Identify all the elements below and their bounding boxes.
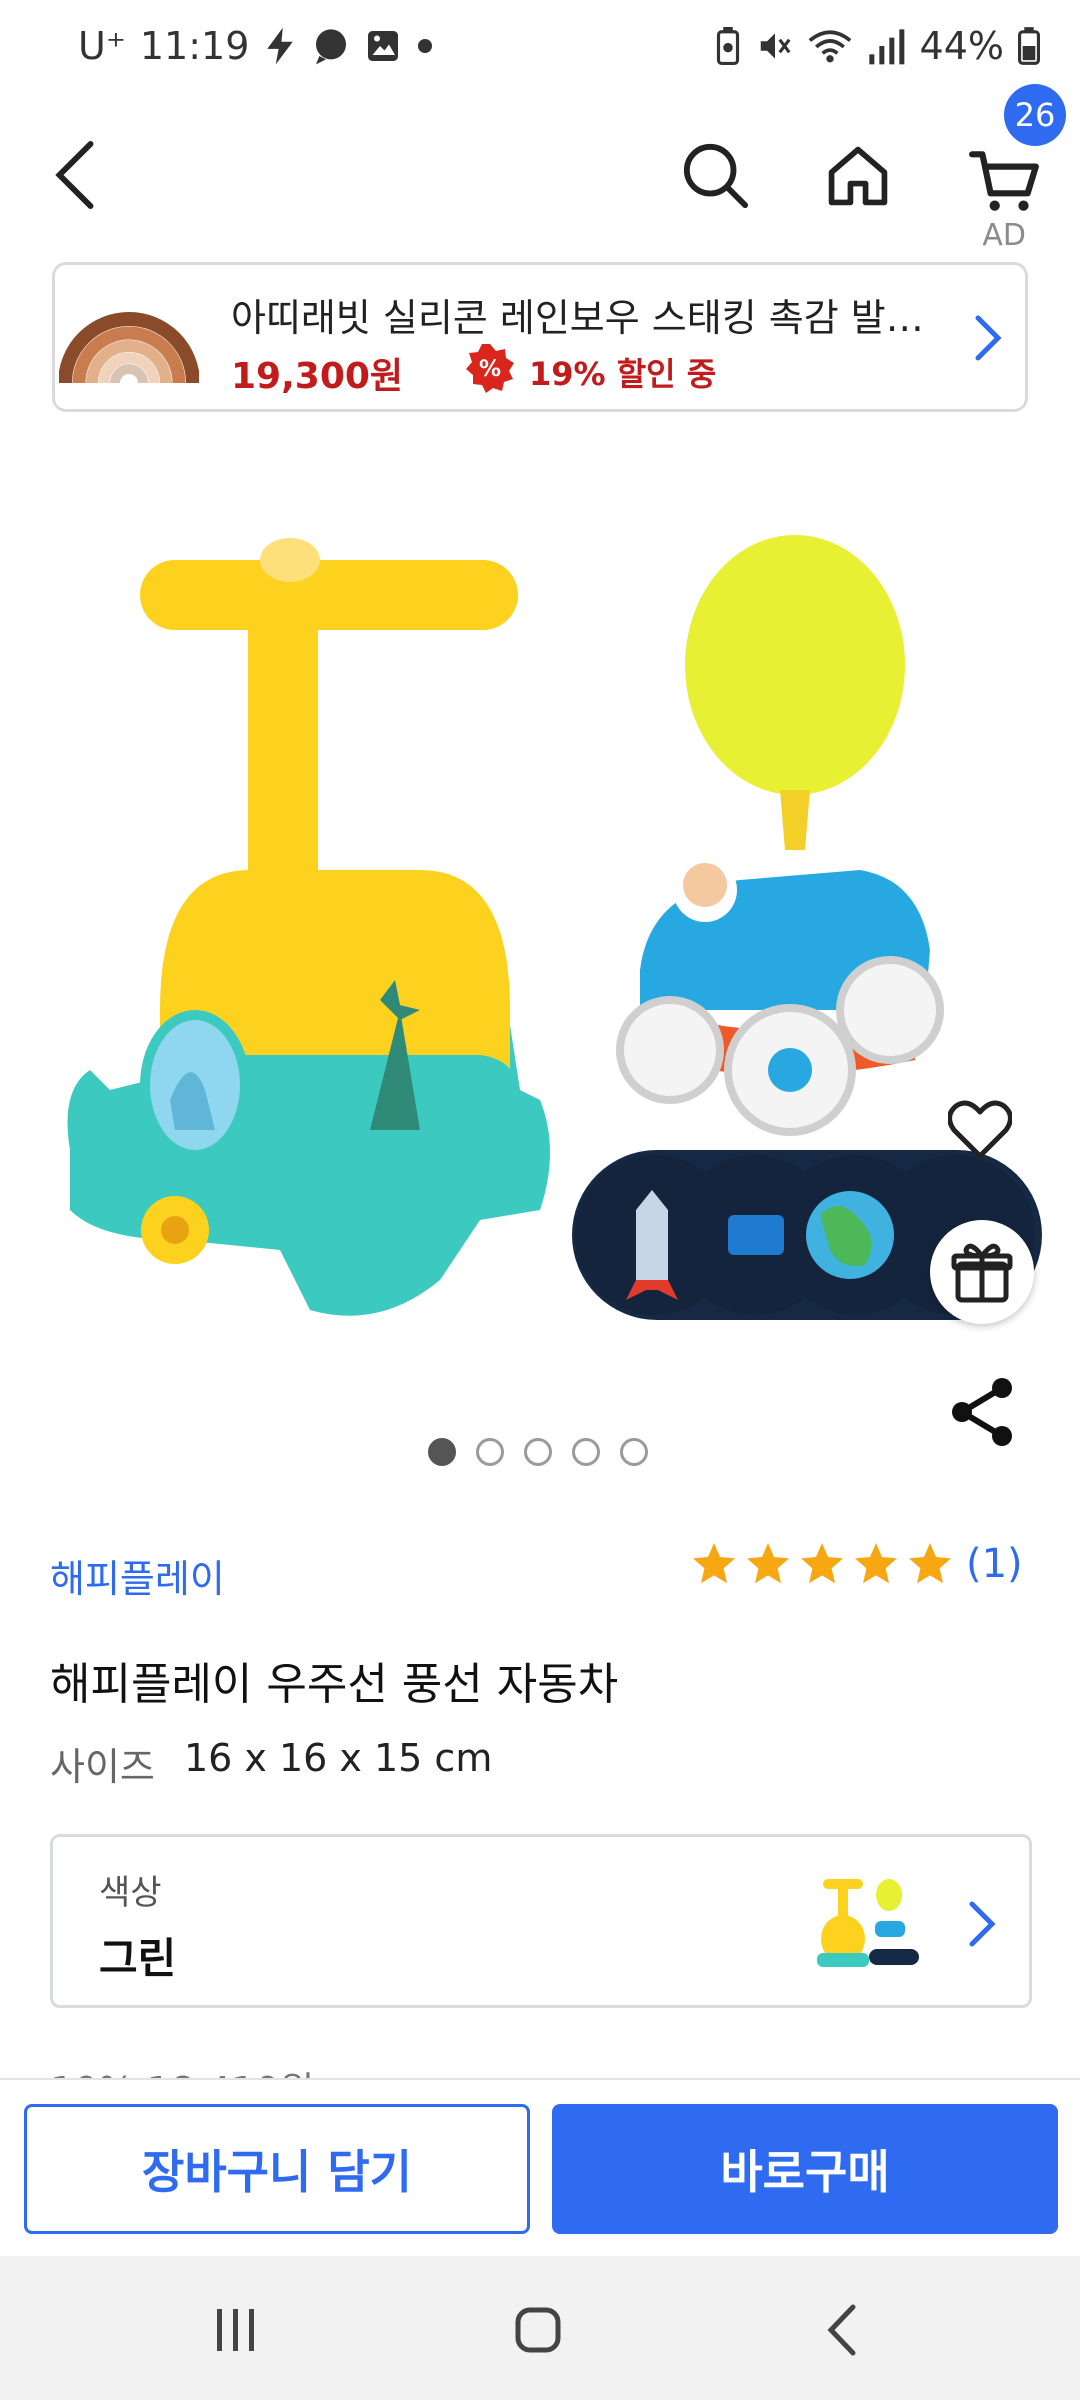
chevron-right-icon (975, 315, 1002, 361)
review-count: (1) (966, 1541, 1023, 1587)
rating[interactable]: (1) (690, 1540, 1023, 1588)
brand-link[interactable]: 해피플레이 (50, 1548, 225, 1603)
buy-now-button[interactable]: 바로구매 (552, 2104, 1058, 2234)
ad-price: 19,300원 (231, 356, 404, 397)
carousel-dot[interactable] (428, 1438, 456, 1466)
cart-button[interactable] (960, 136, 1050, 226)
product-image (67, 535, 1042, 1320)
home-nav-button[interactable] (496, 2288, 580, 2372)
home-nav-icon (515, 2307, 561, 2353)
search-icon (683, 143, 749, 209)
ad-title: 아띠래빗 실리콘 레인보우 스태킹 촉감 발달 장난감 (231, 296, 951, 340)
carousel-dot[interactable] (572, 1438, 600, 1466)
back-nav-button[interactable] (800, 2288, 884, 2372)
top-app-bar (0, 100, 1080, 250)
option-label: 색상 (99, 1873, 162, 1913)
cart-icon (969, 151, 1039, 211)
system-navigation-bar (0, 2256, 1080, 2400)
share-button[interactable] (940, 1370, 1024, 1454)
star-icon (909, 1543, 951, 1584)
star-icon (747, 1543, 789, 1584)
carousel-dot[interactable] (476, 1438, 504, 1466)
battery-icon (1018, 27, 1040, 65)
cart-count-badge: 26 (1004, 84, 1066, 146)
discount-badge-icon: % (466, 344, 514, 393)
back-nav-icon (827, 2304, 856, 2356)
wifi-icon (808, 30, 851, 63)
ad-discount: 19% 할인 중 (529, 355, 717, 393)
color-option-selector[interactable]: 색상 그린 (50, 1834, 1032, 2008)
star-icon (855, 1543, 897, 1584)
option-thumbnail (817, 1879, 919, 1967)
product-title: 해피플레이 우주선 풍선 자동차 (50, 1659, 619, 1710)
ad-tag: AD (982, 218, 1026, 253)
share-icon (952, 1378, 1012, 1446)
size-label: 사이즈 (50, 1745, 155, 1789)
gallery-icon (368, 31, 399, 61)
svg-text:%: % (479, 357, 501, 382)
chevron-right-icon (969, 1901, 996, 1947)
carousel-dot[interactable] (524, 1438, 552, 1466)
bolt-icon (267, 27, 294, 65)
chat-icon (316, 29, 347, 65)
gift-button[interactable] (930, 1220, 1034, 1324)
purchase-action-bar: 장바구니 담기 바로구매 (0, 2078, 1080, 2256)
gift-icon (951, 1243, 1013, 1303)
back-button[interactable] (40, 140, 110, 210)
status-bar: U⁺ 11:19 44% (0, 0, 1080, 100)
recent-apps-icon (217, 2309, 254, 2351)
add-to-cart-button[interactable]: 장바구니 담기 (24, 2104, 530, 2234)
product-image-carousel[interactable] (0, 450, 1080, 1370)
carrier-label: U⁺ (78, 24, 126, 68)
rainbow-stacker-thumbnail (59, 312, 199, 384)
home-icon (828, 146, 888, 206)
clock: 11:19 (139, 24, 250, 68)
recent-apps-button[interactable] (194, 2288, 278, 2372)
size-value: 16 x 16 x 15 cm (184, 1736, 493, 1780)
battery-saver-icon (716, 27, 739, 65)
option-value: 그린 (99, 1934, 177, 1983)
mute-icon (760, 33, 791, 59)
star-icon (801, 1543, 843, 1584)
carousel-dot[interactable] (620, 1438, 648, 1466)
ad-banner[interactable]: 아띠래빗 실리콘 레인보우 스태킹 촉감 발달 장난감 19,300원 % 19… (52, 262, 1028, 412)
battery-level: 44% (919, 24, 1004, 68)
star-icon (693, 1543, 735, 1584)
carousel-indicator (428, 1438, 648, 1466)
back-icon (55, 140, 94, 210)
search-button[interactable] (676, 136, 756, 216)
wishlist-button[interactable] (940, 1090, 1020, 1170)
dot-icon (418, 39, 433, 53)
home-button[interactable] (818, 136, 898, 216)
heart-icon (948, 1100, 1012, 1159)
signal-icon (868, 29, 904, 65)
